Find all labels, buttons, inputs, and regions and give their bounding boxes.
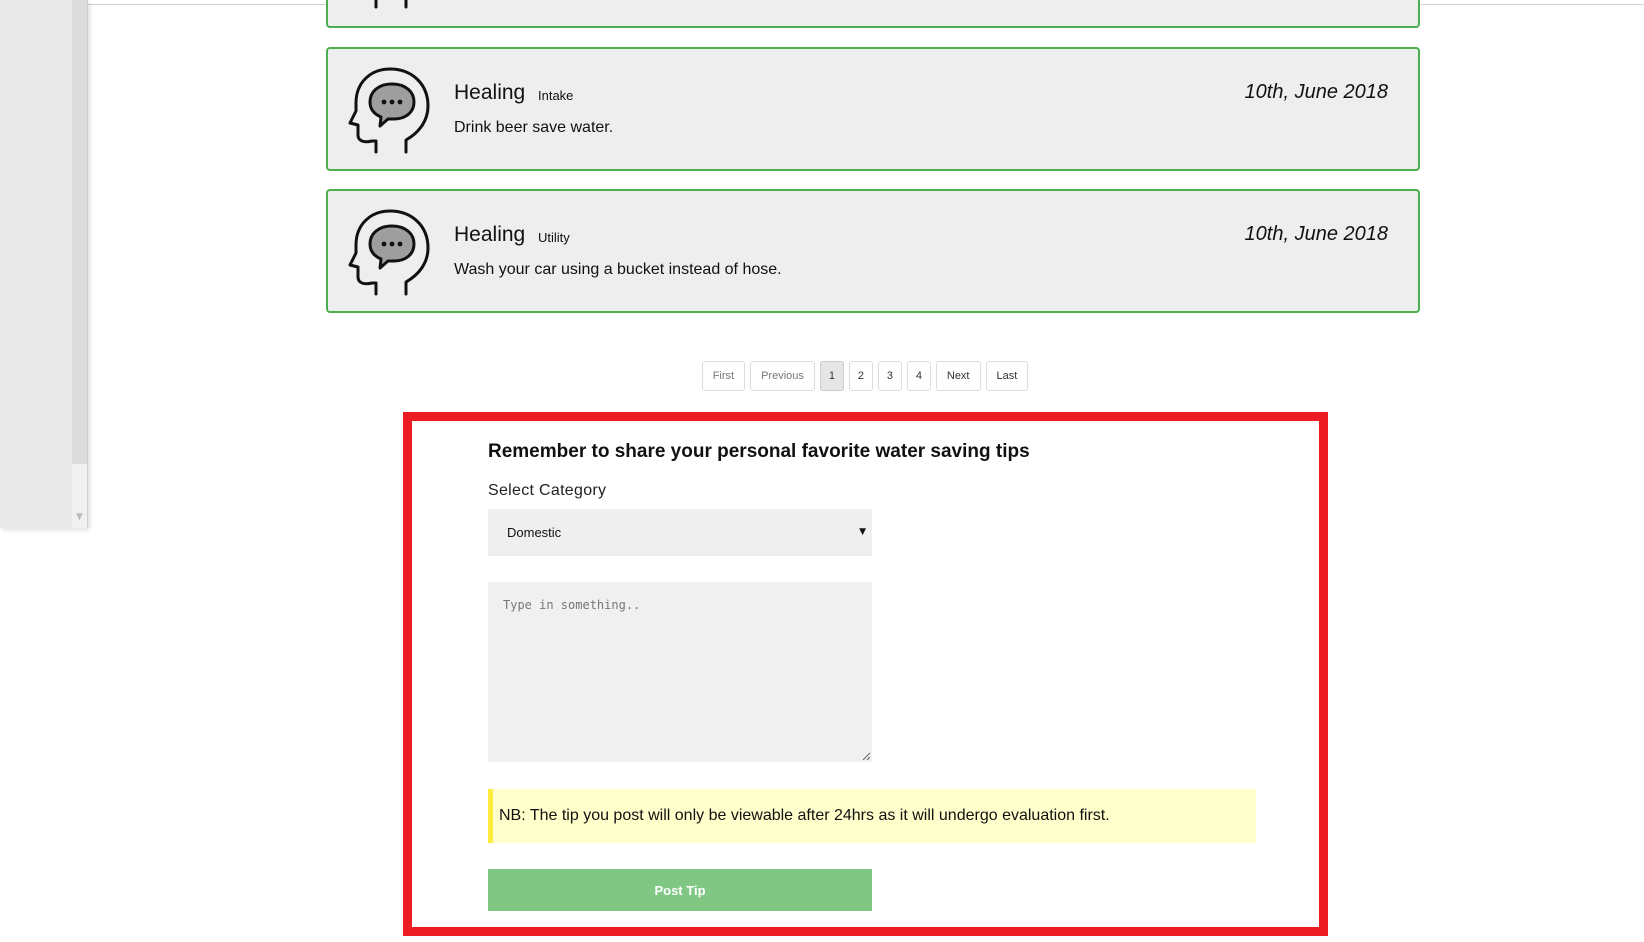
tip-text: Wash your car using a bucket instead of …	[454, 261, 782, 278]
pagination-first-button[interactable]: First	[701, 361, 746, 391]
tip-date: 10th, June 2018	[1244, 81, 1388, 103]
pagination-last-button[interactable]: Last	[985, 361, 1029, 391]
category-select-value: Domestic	[507, 525, 562, 540]
tip-card-partial	[326, 0, 1420, 28]
page: ▼ Healing Intake 10th, June 2018 Drink b…	[0, 0, 1644, 942]
scroll-down-arrow-icon[interactable]: ▼	[72, 510, 87, 524]
tip-title: Healing	[454, 81, 526, 104]
tip-card: Healing Intake 10th, June 2018 Drink bee…	[326, 47, 1420, 171]
sidebar-scrollbar-thumb[interactable]	[72, 0, 87, 464]
category-label: Select Category	[488, 482, 607, 499]
tip-textarea[interactable]	[488, 582, 872, 762]
pagination-page-3-button[interactable]: 3	[877, 361, 902, 391]
head-speech-bubble-icon	[374, 0, 408, 9]
head-speech-bubble-icon	[348, 67, 430, 154]
pagination-page-4-button[interactable]: 4	[906, 361, 931, 391]
tip-category: Utility	[538, 230, 570, 245]
post-tip-button[interactable]: Post Tip	[488, 869, 872, 911]
form-heading: Remember to share your personal favorite…	[488, 441, 1030, 462]
pagination-previous-button[interactable]: Previous	[750, 361, 815, 391]
resize-grip-icon[interactable]	[862, 752, 871, 761]
pagination-page-1-button[interactable]: 1	[819, 361, 844, 391]
tip-text: Drink beer save water.	[454, 119, 614, 136]
tip-card: Healing Utility 10th, June 2018 Wash you…	[326, 189, 1420, 313]
caret-down-icon: ▼	[859, 527, 866, 537]
tip-category: Intake	[538, 88, 574, 103]
evaluation-note-text: NB: The tip you post will only be viewab…	[499, 807, 1110, 824]
pagination-page-2-button[interactable]: 2	[848, 361, 873, 391]
tip-title: Healing	[454, 223, 526, 246]
left-sidebar-panel: ▼	[0, 0, 88, 528]
category-select[interactable]: Domestic ▼	[488, 509, 872, 556]
pagination-next-button[interactable]: Next	[935, 361, 981, 391]
evaluation-note: NB: The tip you post will only be viewab…	[488, 789, 1256, 843]
pagination: First Previous 1 2 3 4 Next Last	[0, 361, 1644, 391]
head-speech-bubble-icon	[348, 209, 430, 296]
tip-date: 10th, June 2018	[1244, 223, 1388, 245]
